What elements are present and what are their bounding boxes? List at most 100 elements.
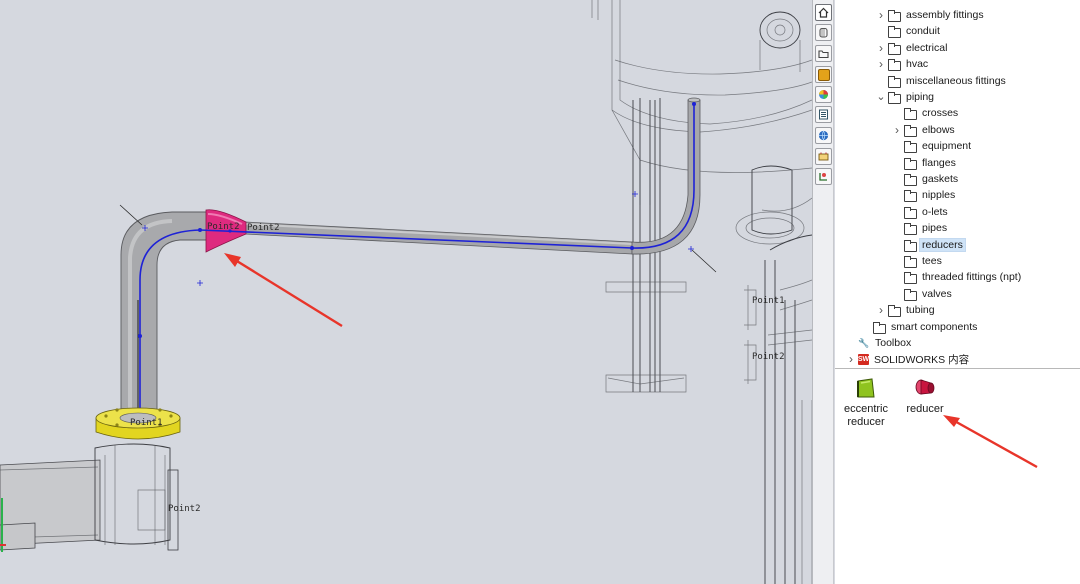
home-icon[interactable] xyxy=(815,4,832,21)
appearances-icon[interactable] xyxy=(815,86,832,103)
toolbox-icon: 🔧 xyxy=(858,338,870,348)
right-tank-wireframe xyxy=(735,165,812,584)
chevron-right-icon[interactable]: › xyxy=(875,41,887,55)
tree-item-conduit[interactable]: conduit xyxy=(875,23,942,39)
chevron-right-icon[interactable]: › xyxy=(845,352,857,366)
library-item-eccentric-reducer[interactable]: eccentric reducer xyxy=(841,377,891,429)
tree-item-solidworks[interactable]: › SW SOLIDWORKS 内容 xyxy=(845,351,971,367)
chevron-right-icon[interactable]: › xyxy=(875,303,887,317)
point-labels: Point2 Point2 Point2 Point1 Point2 Point… xyxy=(130,222,785,514)
tree-item-piping[interactable]: ⌄ piping xyxy=(875,89,936,105)
routing-library-icon[interactable] xyxy=(815,168,832,185)
tree-item-nipples[interactable]: nipples xyxy=(891,187,957,203)
tree-item-threaded-fittings-npt[interactable]: threaded fittings (npt) xyxy=(891,269,1023,285)
folder-icon xyxy=(904,157,917,170)
view-palette-icon[interactable] xyxy=(815,66,832,83)
chevron-right-icon[interactable]: › xyxy=(875,8,887,22)
tree-item-equipment[interactable]: equipment xyxy=(891,138,973,154)
folder-icon xyxy=(904,124,917,137)
plugins-icon[interactable] xyxy=(815,148,832,165)
point-label: Point2 xyxy=(207,222,240,232)
tree-item-gaskets[interactable]: gaskets xyxy=(891,171,960,187)
folder-icon xyxy=(888,42,901,55)
folder-icon xyxy=(904,141,917,154)
tree-item-label: smart components xyxy=(891,320,978,333)
folder-icon xyxy=(904,256,917,268)
tree-item-electrical[interactable]: › electrical xyxy=(875,40,949,56)
custom-properties-icon[interactable] xyxy=(815,106,832,123)
tree-item-o-lets[interactable]: o-lets xyxy=(891,204,950,220)
solidworks-forum-icon[interactable] xyxy=(815,127,832,144)
design-library-tree: › assembly fittings conduit › electrical › hva… xyxy=(835,0,1080,369)
folder-icon xyxy=(904,239,917,252)
tree-item-label: equipment xyxy=(922,140,972,153)
tree-item-crosses[interactable]: crosses xyxy=(891,105,960,121)
folder-icon xyxy=(888,305,901,318)
tree-item-label: SOLIDWORKS 内容 xyxy=(874,353,970,366)
lower-left-equipment xyxy=(0,443,179,552)
tree-item-label: crosses xyxy=(922,107,959,120)
annotation-arrow xyxy=(224,253,343,328)
graphics-viewport[interactable]: Point2 Point2 Point2 Point1 Point2 Point… xyxy=(0,0,812,584)
chevron-right-icon[interactable]: › xyxy=(875,57,887,71)
point-label: Point2 xyxy=(168,504,201,514)
left-tank-wireframe xyxy=(591,0,812,393)
tree-item-miscellaneous-fittings[interactable]: miscellaneous fittings xyxy=(875,73,1008,89)
tree-item-label: flanges xyxy=(922,156,956,169)
tree-item-assembly-fittings[interactable]: › assembly fittings xyxy=(875,7,986,23)
pipe-route xyxy=(119,97,717,422)
tree-item-hvac[interactable]: › hvac xyxy=(875,56,930,72)
point-label: Point1 xyxy=(130,418,163,428)
chevron-down-icon[interactable]: ⌄ xyxy=(875,92,887,103)
folder-icon xyxy=(888,92,901,104)
library-item-label: reducer xyxy=(847,416,885,428)
folder-icon xyxy=(904,206,917,219)
tree-item-label: piping xyxy=(906,91,935,103)
folder-icon xyxy=(888,26,901,39)
solidworks-content-icon: SW xyxy=(857,353,870,365)
point-label: Point2 xyxy=(752,352,785,362)
folder-icon xyxy=(888,59,901,72)
point-label: Point1 xyxy=(752,296,785,306)
design-library-icon[interactable] xyxy=(815,24,832,41)
folder-icon xyxy=(904,223,917,236)
library-item-reducer[interactable]: reducer xyxy=(901,377,949,416)
tree-item-label: miscellaneous fittings xyxy=(906,74,1006,87)
library-item-label: eccentric xyxy=(843,403,889,415)
tree-item-label: electrical xyxy=(906,41,948,54)
tree-item-tubing[interactable]: › tubing xyxy=(875,302,937,318)
folder-icon xyxy=(904,190,917,203)
design-library-contents: eccentric reducer reducer xyxy=(835,369,1080,584)
tree-item-label: tubing xyxy=(906,304,935,317)
tree-item-label: Toolbox xyxy=(875,337,912,349)
tree-item-label: reducers xyxy=(919,237,966,252)
tree-item-label: elbows xyxy=(922,123,955,136)
tree-item-smart-components[interactable]: smart components xyxy=(860,319,979,335)
chevron-right-icon[interactable]: › xyxy=(891,123,903,137)
point-label: Point2 xyxy=(247,223,280,233)
folder-icon xyxy=(888,75,901,88)
tree-item-tees[interactable]: tees xyxy=(891,253,944,269)
tree-item-label: valves xyxy=(922,287,952,300)
tree-item-flanges[interactable]: flanges xyxy=(891,155,958,171)
tree-item-valves[interactable]: valves xyxy=(891,286,954,302)
tree-item-label: pipes xyxy=(922,222,948,235)
folder-icon xyxy=(888,10,901,22)
tree-item-label: conduit xyxy=(906,25,940,38)
folder-icon xyxy=(904,174,917,186)
tank-top-nozzle xyxy=(759,11,801,72)
tree-item-pipes[interactable]: pipes xyxy=(891,220,949,236)
tree-item-label: threaded fittings (npt) xyxy=(922,271,1022,284)
folder-icon xyxy=(904,288,917,301)
tree-item-elbows[interactable]: › elbows xyxy=(891,122,957,138)
tree-item-toolbox[interactable]: 🔧 Toolbox xyxy=(845,335,913,351)
tree-item-label: gaskets xyxy=(922,173,959,185)
tree-item-reducers[interactable]: reducers xyxy=(891,237,966,253)
tree-item-label: nipples xyxy=(922,189,956,202)
assembly-model: Point2 Point2 Point2 Point1 Point2 Point… xyxy=(0,0,812,584)
file-explorer-icon[interactable] xyxy=(815,45,832,62)
library-item-label: reducer xyxy=(906,403,944,415)
eccentric-reducer-icon xyxy=(853,377,879,401)
tree-item-label: hvac xyxy=(906,58,929,71)
tree-item-label: tees xyxy=(922,255,942,267)
